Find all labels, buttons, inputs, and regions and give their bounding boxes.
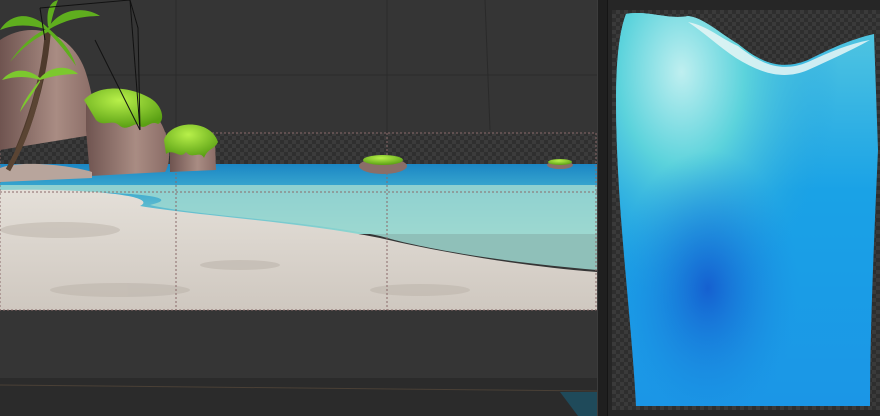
water-texture-deep bbox=[616, 13, 878, 406]
viewport-canvas[interactable] bbox=[0, 0, 597, 416]
distant-rock-1 bbox=[359, 155, 407, 174]
panel-divider[interactable] bbox=[597, 0, 608, 416]
scene-viewport[interactable] bbox=[0, 0, 597, 416]
viewport-floor bbox=[0, 378, 597, 416]
scene-editor bbox=[0, 0, 880, 416]
distant-rock-2 bbox=[547, 159, 573, 169]
texture-preview-panel bbox=[608, 0, 880, 416]
water-texture-preview[interactable] bbox=[608, 0, 880, 416]
